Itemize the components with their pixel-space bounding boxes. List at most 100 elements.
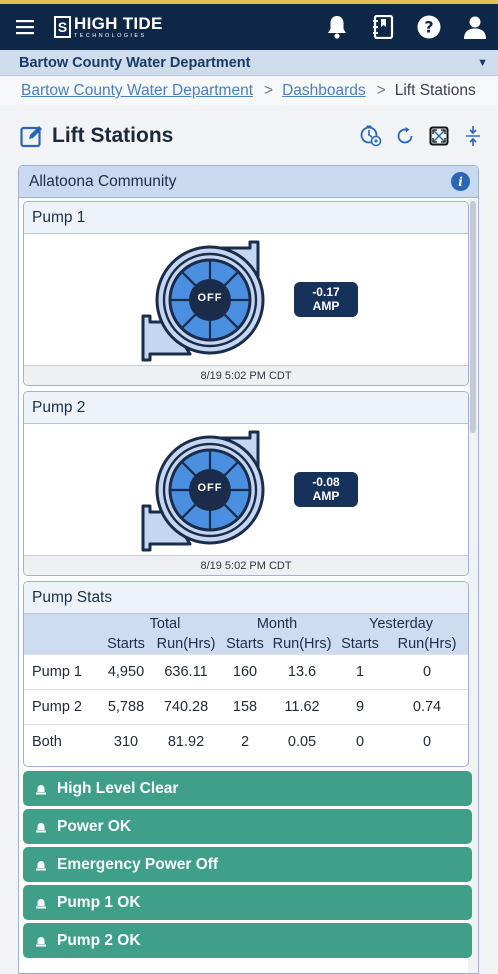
clock-gear-icon xyxy=(360,125,382,147)
table-cell: 11.62 xyxy=(270,688,334,724)
table-cell: 740.28 xyxy=(152,688,220,724)
schedule-settings-button[interactable] xyxy=(354,123,388,149)
page-header: Lift Stations xyxy=(0,114,498,158)
edit-icon xyxy=(20,126,42,148)
table-row: Pump 1 4,950 636.11 160 13.6 1 0 xyxy=(24,653,468,689)
breadcrumb: Bartow County Water Department > Dashboa… xyxy=(0,77,498,105)
column-header: Starts xyxy=(341,635,379,652)
hamburger-menu-button[interactable] xyxy=(0,4,50,50)
page-title: Lift Stations xyxy=(52,124,174,147)
pump-graphic-area: OFF -0.17 AMP xyxy=(24,234,468,365)
pump-state: OFF xyxy=(197,292,223,304)
alarm-status-item[interactable]: Pump 1 OK xyxy=(23,885,472,920)
refresh-icon xyxy=(397,127,413,144)
station-name: Allatoona Community xyxy=(29,172,177,190)
pump-timestamp: 8/19 5:02 PM CDT xyxy=(24,555,468,575)
help-icon: ? xyxy=(417,15,441,39)
station-header: Allatoona Community i xyxy=(19,166,478,198)
organization-selector[interactable]: Bartow County Water Department ▼ xyxy=(0,50,498,76)
alarm-light-icon xyxy=(36,784,46,794)
pump-stats-title: Pump Stats xyxy=(24,582,468,614)
column-header: Run(Hrs) xyxy=(397,635,457,652)
refresh-button[interactable] xyxy=(388,123,422,149)
row-label: Pump 2 xyxy=(24,688,100,724)
amp-reading-badge: -0.17 AMP xyxy=(294,282,358,317)
table-cell: 13.6 xyxy=(270,653,334,689)
fullscreen-button[interactable] xyxy=(422,123,456,149)
table-cell: 2 xyxy=(220,723,270,759)
table-cell: 4,950 xyxy=(100,653,152,689)
table-row: Pump 2 5,788 740.28 158 11.62 9 0.74 xyxy=(24,688,468,724)
logo-sub-text: TECHNOLOGIES xyxy=(74,32,147,39)
breadcrumb-link-organization[interactable]: Bartow County Water Department xyxy=(21,82,253,100)
column-header: Run(Hrs) xyxy=(156,635,216,652)
stats-corner xyxy=(24,634,100,654)
pump-timestamp: 8/19 5:02 PM CDT xyxy=(24,365,468,385)
group-header: Yesterday xyxy=(369,616,433,632)
column-header: Starts xyxy=(107,635,145,652)
amp-value: -0.17 xyxy=(312,284,340,299)
amp-value: -0.08 xyxy=(312,474,340,489)
table-row: Both 310 81.92 2 0.05 0 0 xyxy=(24,723,468,759)
notifications-button[interactable] xyxy=(314,4,360,50)
breadcrumb-separator: > xyxy=(376,82,386,99)
alarm-status-item[interactable]: Pump 2 OK xyxy=(23,923,472,958)
amp-unit: AMP xyxy=(312,488,340,503)
alarm-light-icon xyxy=(36,860,46,870)
row-label: Both xyxy=(24,723,100,759)
alarm-label: High Level Clear xyxy=(57,779,179,797)
info-icon[interactable]: i xyxy=(451,172,470,191)
alarm-light-icon xyxy=(36,822,46,832)
amp-reading-badge: -0.08 AMP xyxy=(294,472,358,507)
logo-mark: S xyxy=(54,16,71,38)
alarm-light-icon xyxy=(36,898,46,908)
alarm-label: Emergency Power Off xyxy=(57,855,219,873)
table-cell: 1 xyxy=(334,653,386,689)
breadcrumb-link-dashboards[interactable]: Dashboards xyxy=(282,82,366,100)
notebook-icon xyxy=(373,15,394,39)
pump-panel: Pump 1 OFF -0.17 AMP 8/19 5:02 PM CDT xyxy=(23,201,469,386)
alarm-label: Power OK xyxy=(57,817,132,835)
table-cell: 9 xyxy=(334,688,386,724)
pump-graphic-area: OFF -0.08 AMP xyxy=(24,424,468,555)
table-cell: 0 xyxy=(386,653,468,689)
alarm-light-icon xyxy=(36,936,46,946)
compress-vertical-icon xyxy=(466,126,480,146)
pump-stats-table: Total Month Yesterday Starts Run(Hrs) St… xyxy=(24,614,468,759)
pump-name: Pump 2 xyxy=(24,392,468,424)
table-cell: 310 xyxy=(100,723,152,759)
group-header: Total xyxy=(149,616,181,632)
table-cell: 0 xyxy=(334,723,386,759)
group-header: Month xyxy=(256,616,298,632)
edit-dashboard-button[interactable] xyxy=(20,124,44,148)
stats-corner xyxy=(24,614,100,634)
table-cell: 81.92 xyxy=(152,723,220,759)
logo-main-text: HIGH TIDE xyxy=(74,13,163,33)
scrollbar-thumb[interactable] xyxy=(470,201,476,433)
alarm-status-item[interactable]: High Level Clear xyxy=(23,771,472,806)
expand-icon xyxy=(429,126,449,146)
alarm-label: Pump 2 OK xyxy=(57,931,141,949)
table-cell: 636.11 xyxy=(152,653,220,689)
alarm-label: Pump 1 OK xyxy=(57,893,141,911)
table-cell: 0.05 xyxy=(270,723,334,759)
brand-logo[interactable]: S HIGH TIDE TECHNOLOGIES xyxy=(54,4,163,50)
user-account-button[interactable] xyxy=(452,4,498,50)
notebook-button[interactable] xyxy=(360,4,406,50)
column-header: Starts xyxy=(226,635,264,652)
alarm-status-item[interactable]: Power OK xyxy=(23,809,472,844)
svg-text:?: ? xyxy=(424,18,433,37)
pump-state: OFF xyxy=(197,482,223,494)
bell-icon xyxy=(328,16,346,39)
collapse-button[interactable] xyxy=(456,123,490,149)
alarm-status-item[interactable]: Emergency Power Off xyxy=(23,847,472,882)
top-bar: S HIGH TIDE TECHNOLOGIES ? xyxy=(0,0,498,50)
amp-unit: AMP xyxy=(312,298,340,313)
pump-stats-panel: Pump Stats Total Month Yesterday Starts … xyxy=(23,581,469,767)
help-button[interactable]: ? xyxy=(406,4,452,50)
user-icon xyxy=(464,16,486,39)
table-cell: 0.74 xyxy=(386,688,468,724)
table-cell: 5,788 xyxy=(100,688,152,724)
column-header: Run(Hrs) xyxy=(272,635,332,652)
chevron-down-icon: ▼ xyxy=(477,56,488,69)
